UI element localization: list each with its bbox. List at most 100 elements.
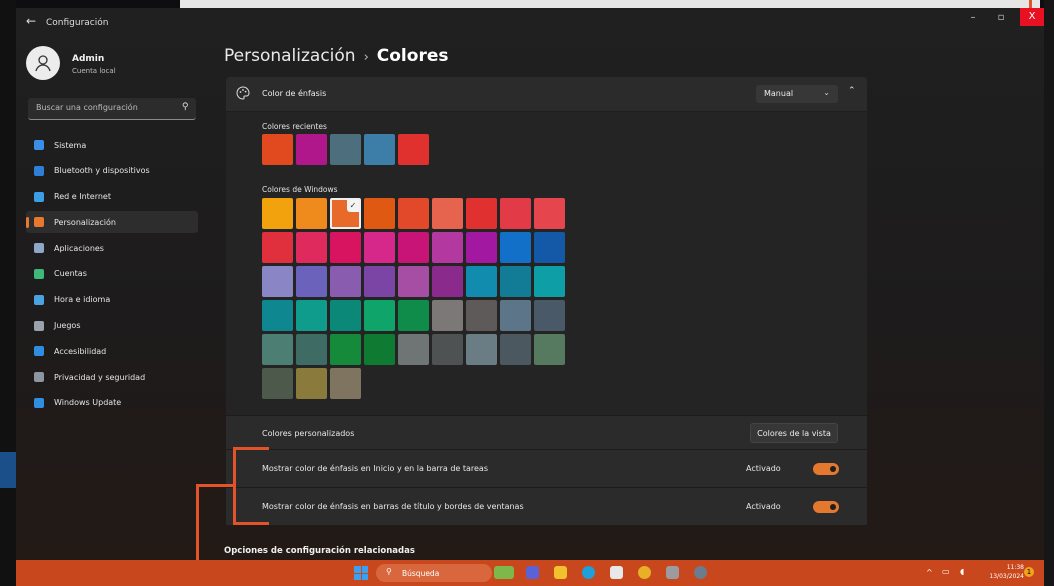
windows-color-swatch[interactable] (500, 266, 531, 297)
search-icon[interactable]: ⚲ (182, 102, 189, 112)
windows-color-swatch[interactable] (466, 198, 497, 229)
avatar[interactable] (26, 46, 60, 80)
minimize-button[interactable]: – (958, 12, 988, 23)
annotation-bracket (233, 522, 269, 525)
toggle-label-title-bars: Mostrar color de énfasis en barras de tí… (262, 502, 524, 511)
windows-color-swatch[interactable] (398, 300, 429, 331)
windows-color-swatch[interactable] (262, 266, 293, 297)
sidebar-item-wifi[interactable]: Red e Internet (26, 186, 198, 208)
maximize-button[interactable]: ▫ (986, 12, 1016, 23)
custom-colors-row: Colores personalizados Colores de la vis… (226, 416, 867, 449)
taskbar: ⚲ Búsqueda ^ ▭ ◖ 11:38 13/03/2024 1 (16, 560, 1044, 586)
taskbar-search[interactable]: ⚲ Búsqueda (376, 564, 492, 582)
chrome-browser-icon[interactable] (638, 566, 651, 579)
sidebar-item-bluetooth[interactable]: Bluetooth y dispositivos (26, 160, 198, 182)
sidebar-item-apps[interactable]: Aplicaciones (26, 237, 198, 259)
volume-icon[interactable]: ◖ (960, 567, 964, 576)
windows-color-swatch[interactable] (262, 368, 293, 399)
store-icon[interactable] (610, 566, 623, 579)
windows-color-swatch[interactable] (296, 266, 327, 297)
windows-color-swatch[interactable] (364, 334, 395, 365)
sidebar-item-accessibility[interactable]: Accesibilidad (26, 340, 198, 362)
windows-color-swatch[interactable] (534, 232, 565, 263)
windows-color-swatch[interactable] (262, 334, 293, 365)
windows-color-swatch[interactable] (330, 300, 361, 331)
windows-color-swatch[interactable] (432, 300, 463, 331)
windows-color-swatch[interactable] (466, 266, 497, 297)
windows-color-swatch[interactable] (432, 198, 463, 229)
windows-color-swatch[interactable] (262, 198, 293, 229)
toggle-start-taskbar[interactable] (813, 463, 839, 475)
windows-color-swatch[interactable] (500, 300, 531, 331)
recent-color-swatch[interactable] (330, 134, 361, 165)
windows-color-swatch[interactable] (330, 334, 361, 365)
sidebar-item-gamepad[interactable]: Juegos (26, 315, 198, 337)
windows-color-swatch[interactable]: ✓ (330, 198, 361, 229)
windows-color-swatch[interactable] (432, 232, 463, 263)
recent-color-swatch[interactable] (262, 134, 293, 165)
search-box[interactable]: ⚲ (28, 98, 196, 120)
windows-color-swatch[interactable] (500, 334, 531, 365)
teams-chat-icon[interactable] (526, 566, 539, 579)
accent-mode-dropdown[interactable]: Manual ⌄ (756, 85, 838, 103)
windows-color-swatch[interactable] (466, 300, 497, 331)
sidebar-item-brush[interactable]: Personalización (26, 211, 198, 234)
edge-browser-icon[interactable] (582, 566, 595, 579)
network-icon[interactable]: ▭ (942, 567, 950, 576)
windows-color-swatch[interactable] (466, 232, 497, 263)
recent-color-swatch[interactable] (398, 134, 429, 165)
windows-color-swatch[interactable] (534, 334, 565, 365)
accent-color-header[interactable]: Color de énfasis Manual ⌄ ⌃ (226, 77, 867, 111)
taskbar-clock[interactable]: 11:38 13/03/2024 (976, 563, 1024, 581)
windows-color-swatch[interactable] (330, 368, 361, 399)
windows-color-swatch[interactable] (398, 334, 429, 365)
windows-color-swatch[interactable] (534, 198, 565, 229)
view-colors-button[interactable]: Colores de la vista (750, 423, 838, 443)
tray-chevron-up-icon[interactable]: ^ (926, 568, 933, 577)
windows-color-swatch[interactable] (534, 300, 565, 331)
windows-color-swatch[interactable] (296, 334, 327, 365)
windows-color-swatch[interactable] (330, 266, 361, 297)
recent-color-swatch[interactable] (364, 134, 395, 165)
windows-color-swatch[interactable] (432, 334, 463, 365)
sidebar-item-shield[interactable]: Privacidad y seguridad (26, 366, 198, 388)
camera-icon[interactable] (666, 566, 679, 579)
windows-color-swatch[interactable] (262, 232, 293, 263)
widgets-icon[interactable] (494, 566, 514, 579)
chevron-up-icon[interactable]: ⌃ (848, 86, 856, 96)
windows-start-icon[interactable] (354, 566, 368, 580)
sidebar-item-monitor[interactable]: Sistema (26, 134, 198, 156)
breadcrumb-parent[interactable]: Personalización (224, 46, 356, 66)
toggle-row-start-taskbar: Mostrar color de énfasis en Inicio y en … (226, 450, 867, 487)
windows-color-swatch[interactable] (398, 232, 429, 263)
bluetooth-icon (34, 165, 44, 176)
toggle-title-bars[interactable] (813, 501, 839, 513)
sidebar-item-globe-clock[interactable]: Hora e idioma (26, 289, 198, 311)
sidebar-item-person[interactable]: Cuentas (26, 263, 198, 285)
windows-color-swatch[interactable] (466, 334, 497, 365)
windows-color-swatch[interactable] (500, 232, 531, 263)
search-input[interactable] (34, 102, 178, 113)
sidebar-item-update[interactable]: Windows Update (26, 392, 198, 414)
windows-color-swatch[interactable] (262, 300, 293, 331)
windows-color-swatch[interactable] (500, 198, 531, 229)
windows-color-swatch[interactable] (296, 232, 327, 263)
back-arrow-icon[interactable]: ← (26, 14, 36, 28)
windows-color-swatch[interactable] (364, 232, 395, 263)
windows-color-swatch[interactable] (296, 300, 327, 331)
windows-color-swatch[interactable] (398, 266, 429, 297)
windows-color-swatch[interactable] (364, 300, 395, 331)
windows-color-swatch[interactable] (432, 266, 463, 297)
windows-color-swatch[interactable] (398, 198, 429, 229)
close-button[interactable]: X (1020, 8, 1044, 26)
notification-badge[interactable]: 1 (1024, 567, 1034, 577)
windows-color-swatch[interactable] (534, 266, 565, 297)
recent-color-swatch[interactable] (296, 134, 327, 165)
windows-color-swatch[interactable] (330, 232, 361, 263)
windows-color-swatch[interactable] (364, 198, 395, 229)
settings-gear-icon[interactable] (694, 566, 707, 579)
windows-color-swatch[interactable] (364, 266, 395, 297)
file-explorer-icon[interactable] (554, 566, 567, 579)
windows-color-swatch[interactable] (296, 198, 327, 229)
windows-color-swatch[interactable] (296, 368, 327, 399)
